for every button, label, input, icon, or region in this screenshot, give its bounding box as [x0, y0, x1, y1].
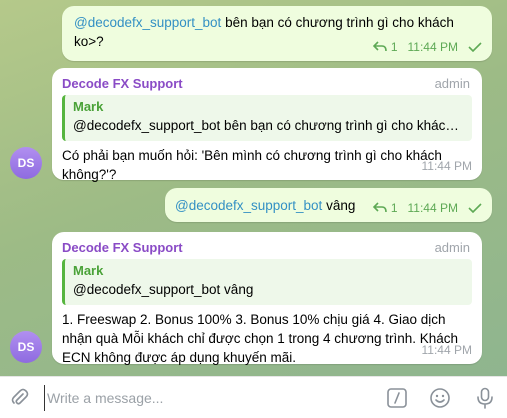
sender-name[interactable]: Decode FX Support: [62, 240, 472, 255]
message-text: Có phải bạn muốn hỏi: 'Bên mình có chươn…: [62, 148, 442, 182]
admin-badge: admin: [434, 76, 470, 91]
message-time: 11:44 PM: [407, 201, 458, 215]
reply-quote[interactable]: Mark @decodefx_support_bot vâng: [62, 259, 472, 305]
reply-icon[interactable]: [372, 202, 387, 214]
incoming-message[interactable]: Decode FX Support admin Mark @decodefx_s…: [52, 232, 482, 365]
incoming-message[interactable]: Decode FX Support admin Mark @decodefx_s…: [52, 68, 482, 182]
paperclip-icon[interactable]: [8, 386, 32, 410]
read-check-icon: [468, 203, 482, 213]
quote-author: Mark: [73, 99, 104, 114]
message-time: 11:44 PM: [421, 159, 472, 173]
reply-count: 1: [390, 201, 398, 215]
microphone-icon[interactable]: [473, 386, 497, 410]
quote-text: @decodefx_support_bot vâng: [73, 282, 254, 297]
outgoing-message[interactable]: @decodefx_support_bot vâng 1 11:44 PM: [165, 188, 492, 222]
message-text: 1. Freeswap 2. Bonus 100% 3. Bonus 10% c…: [62, 312, 459, 365]
message-time: 11:44 PM: [421, 343, 472, 357]
reply-icon[interactable]: [372, 41, 387, 53]
admin-badge: admin: [434, 240, 470, 255]
bot-mention[interactable]: @decodefx_support_bot: [74, 15, 221, 30]
chat-area: @decodefx_support_bot bên bạn có chương …: [0, 0, 507, 376]
message-composer: [0, 376, 507, 418]
outgoing-message[interactable]: @decodefx_support_bot bên bạn có chương …: [62, 6, 492, 61]
reply-count: 1: [390, 40, 398, 54]
message-body: vâng: [322, 198, 356, 213]
message-time: 11:44 PM: [407, 40, 458, 54]
avatar[interactable]: DS: [10, 331, 42, 363]
message-meta: 11:44 PM: [422, 159, 472, 173]
slash-command-icon[interactable]: [385, 386, 409, 410]
avatar[interactable]: DS: [10, 147, 42, 179]
message-input[interactable]: [44, 385, 369, 411]
reply-quote[interactable]: Mark @decodefx_support_bot bên bạn có ch…: [62, 95, 472, 141]
emoji-icon[interactable]: [428, 386, 452, 410]
message-meta: 1 11:44 PM: [372, 40, 482, 54]
quote-text: @decodefx_support_bot bên bạn có chương …: [73, 118, 459, 133]
sender-name[interactable]: Decode FX Support: [62, 76, 472, 91]
bot-mention[interactable]: @decodefx_support_bot: [175, 198, 322, 213]
message-meta: 1 11:44 PM: [372, 201, 482, 215]
message-meta: 11:44 PM: [422, 343, 472, 357]
read-check-icon: [468, 42, 482, 52]
quote-author: Mark: [73, 263, 104, 278]
